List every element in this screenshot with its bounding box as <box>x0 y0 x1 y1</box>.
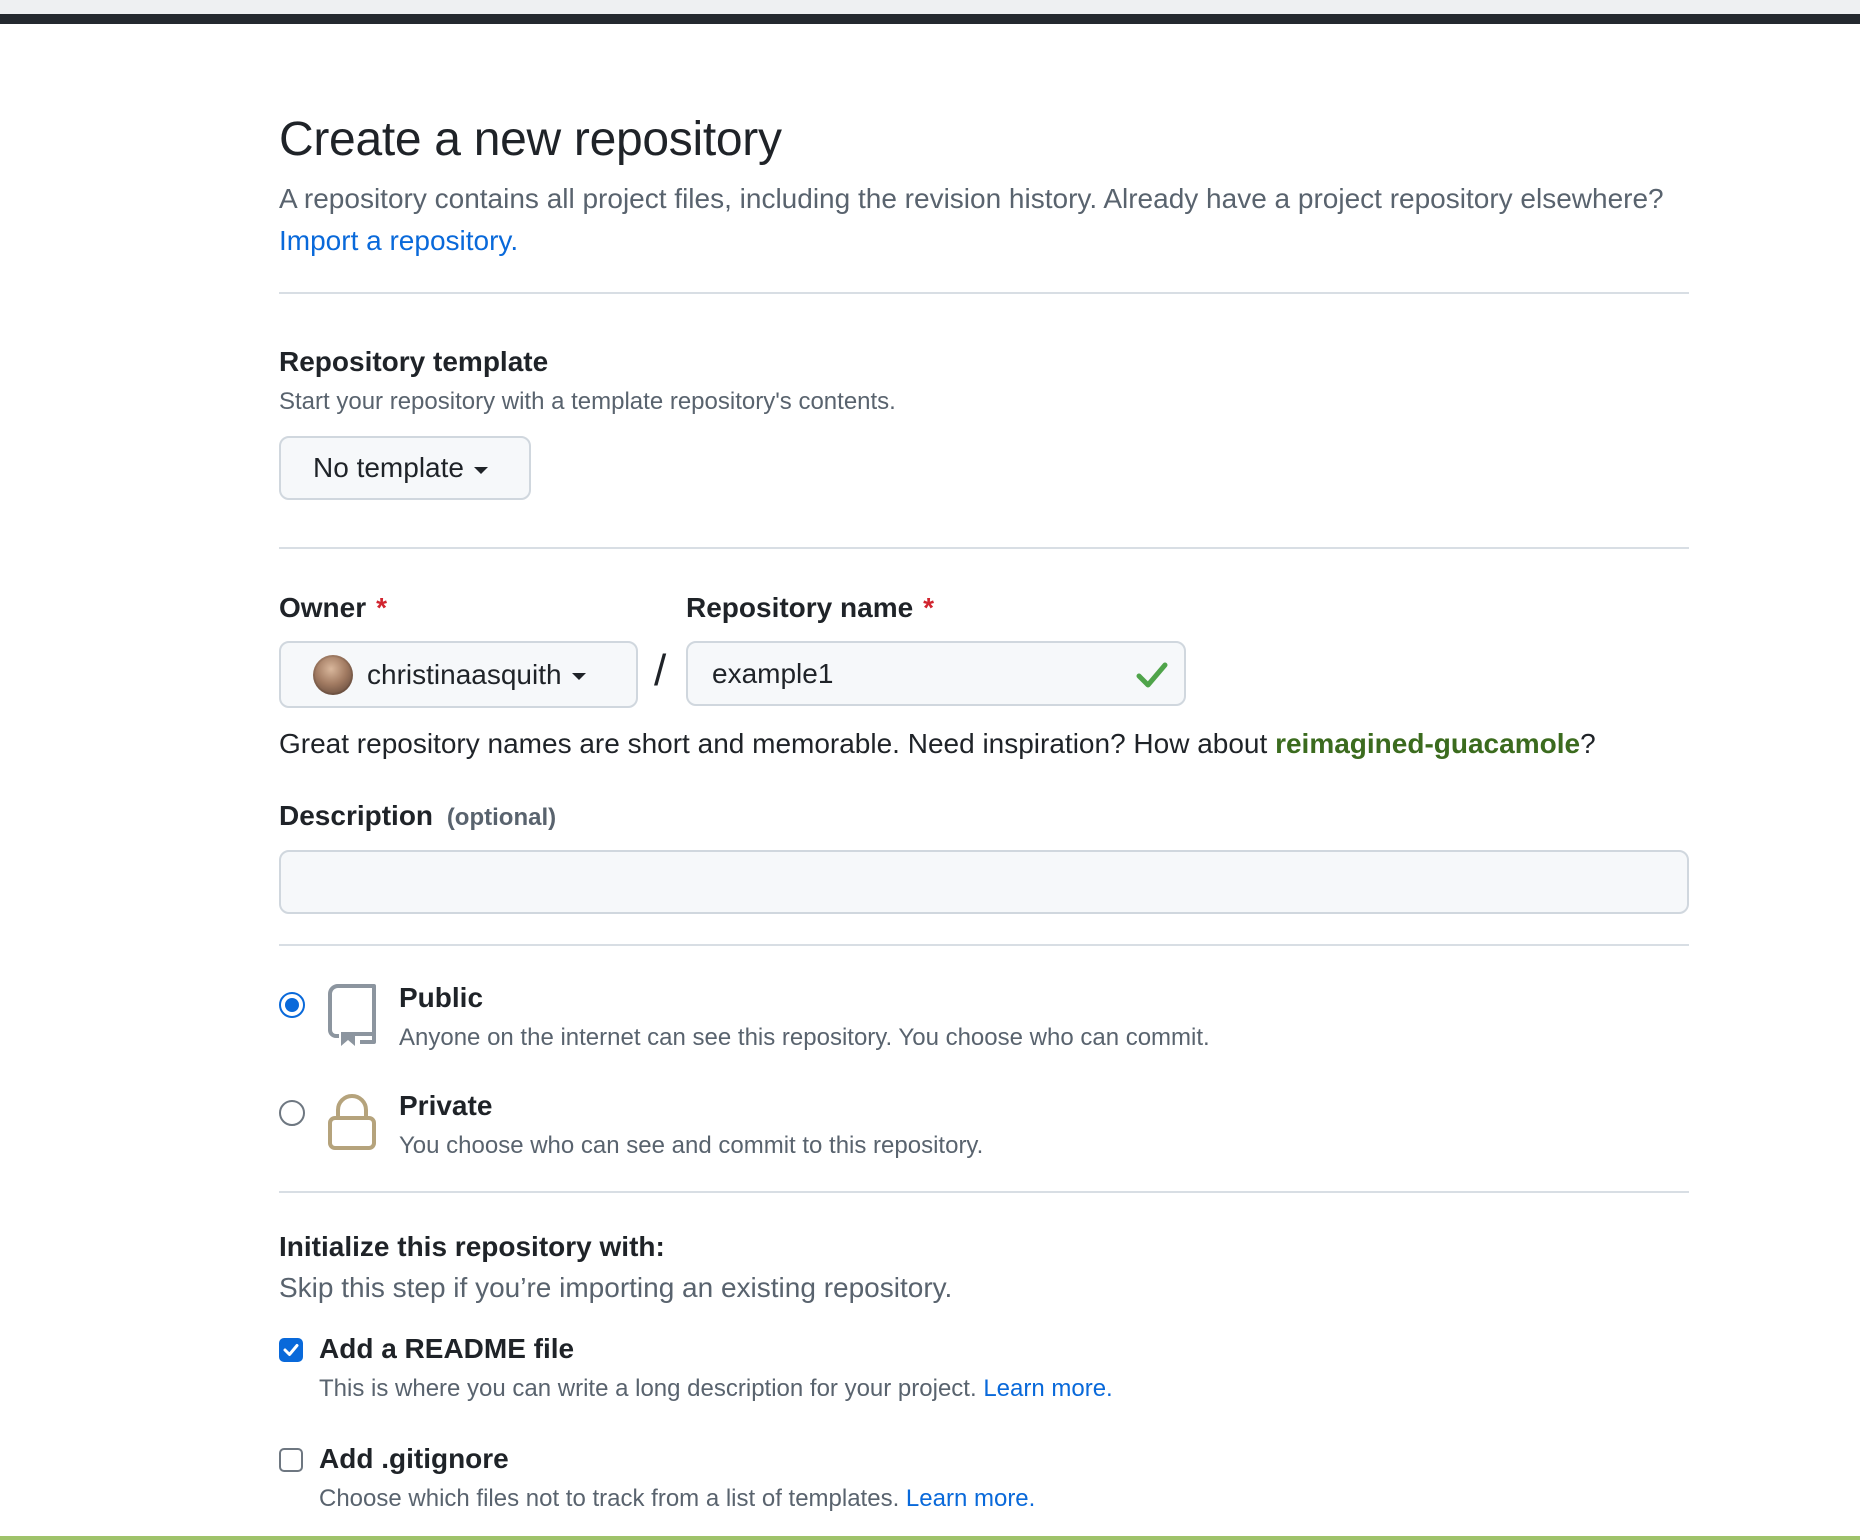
divider <box>279 547 1689 549</box>
owner-label: Owner * <box>279 592 387 624</box>
check-icon <box>1136 662 1168 688</box>
readme-learn-more-link[interactable]: Learn more. <box>983 1375 1112 1402</box>
intro-description: A repository contains all project files,… <box>279 183 1664 214</box>
owner-select-button[interactable]: christinaasquith <box>279 641 638 708</box>
gitignore-label[interactable]: Add .gitignore <box>319 1443 509 1475</box>
repository-name-value: example1 <box>712 657 834 689</box>
owner-label-text: Owner <box>279 592 367 623</box>
repository-name-input[interactable]: example1 <box>686 641 1186 706</box>
readme-checkbox[interactable] <box>279 1338 303 1362</box>
gitignore-description-text: Choose which files not to track from a l… <box>319 1485 900 1512</box>
gitignore-learn-more-link[interactable]: Learn more. <box>906 1485 1035 1512</box>
template-section-note: Start your repository with a template re… <box>279 388 896 415</box>
description-label-text: Description <box>279 800 434 831</box>
public-title: Public <box>399 982 484 1013</box>
required-mark: * <box>376 592 388 623</box>
template-selected-label: No template <box>313 452 464 483</box>
public-description: Anyone on the internet can see this repo… <box>399 1024 1210 1051</box>
top-bar <box>0 0 1860 24</box>
owner-repo-separator: / <box>654 646 667 695</box>
divider <box>279 292 1689 294</box>
template-section-title: Repository template <box>279 346 549 377</box>
repo-icon <box>328 984 376 1046</box>
gitignore-description: Choose which files not to track from a l… <box>319 1485 1035 1513</box>
description-input[interactable] <box>279 850 1689 914</box>
lock-icon <box>328 1094 376 1150</box>
repo-name-label-text: Repository name <box>686 592 914 623</box>
import-repository-link[interactable]: Import a repository. <box>279 225 518 256</box>
template-select-button[interactable]: No template <box>279 436 531 500</box>
gitignore-checkbox[interactable] <box>279 1448 303 1472</box>
page: Create a new repository A repository con… <box>0 0 1860 1540</box>
divider <box>279 1191 1689 1193</box>
owner-value: christinaasquith <box>367 658 562 690</box>
page-title: Create a new repository <box>279 113 782 166</box>
avatar <box>313 654 353 695</box>
name-suggestion: Great repository names are short and mem… <box>279 728 1596 760</box>
private-description: You choose who can see and commit to thi… <box>399 1132 984 1159</box>
initialize-section-note: Skip this step if you’re importing an ex… <box>279 1272 953 1303</box>
readme-description-text: This is where you can write a long descr… <box>319 1375 977 1402</box>
intro-text: A repository contains all project files,… <box>279 178 1689 262</box>
private-title: Private <box>399 1090 493 1121</box>
description-label: Description (optional) <box>279 800 556 832</box>
checkmark-icon <box>283 1344 299 1356</box>
suggested-name-link[interactable]: reimagined-guacamole <box>1275 728 1580 759</box>
chevron-down-icon <box>473 466 488 474</box>
suggestion-suffix: ? <box>1580 728 1596 759</box>
bottom-border <box>0 1536 1860 1540</box>
private-radio[interactable] <box>279 1100 305 1126</box>
optional-hint: (optional) <box>446 804 557 831</box>
initialize-section-title: Initialize this repository with: <box>279 1231 665 1262</box>
required-mark: * <box>923 592 935 623</box>
readme-label[interactable]: Add a README file <box>319 1333 574 1365</box>
suggestion-text: Great repository names are short and mem… <box>279 728 1268 759</box>
divider <box>279 944 1689 946</box>
readme-description: This is where you can write a long descr… <box>319 1375 1113 1403</box>
repo-name-label: Repository name * <box>686 592 934 624</box>
public-radio[interactable] <box>279 992 305 1018</box>
chevron-down-icon <box>571 673 586 680</box>
